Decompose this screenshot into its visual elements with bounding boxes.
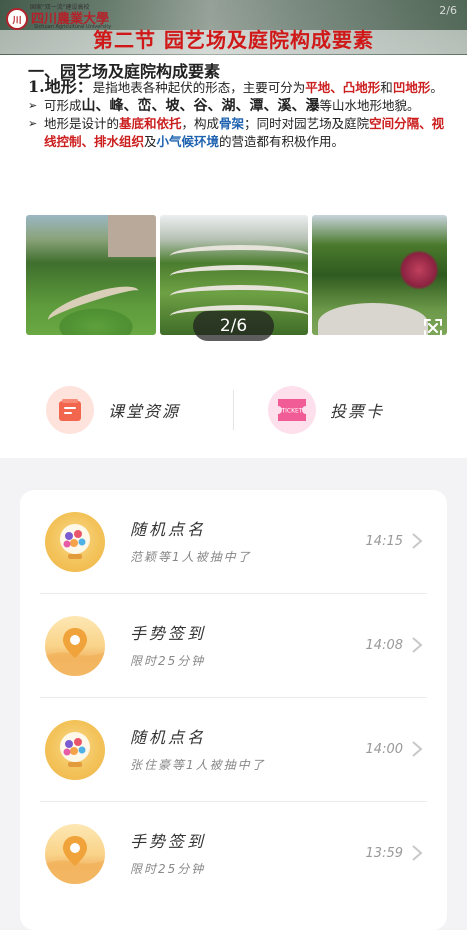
slide-pager[interactable]: 2/6 bbox=[193, 311, 274, 341]
chevron-right-icon bbox=[412, 533, 423, 549]
slide-paragraph-terrain: 1.地形：是指地表各种起伏的形态，主要可分为平地、凸地形和凹地形。 bbox=[28, 78, 448, 97]
location-pin-icon bbox=[45, 824, 105, 884]
lottery-ball-icon bbox=[45, 720, 105, 780]
activity-item[interactable]: 随机点名 张住豪等1人被抽中了 14:00 bbox=[20, 698, 447, 802]
document-stack-icon bbox=[59, 399, 81, 421]
activity-title: 手势签到 bbox=[130, 624, 207, 643]
bullet-text: ；同时对园艺场及庭院 bbox=[244, 116, 370, 131]
bullet-text-end: 等山水地形地貌。 bbox=[319, 98, 420, 113]
ticket-icon: TICKET bbox=[268, 386, 316, 434]
para-number: 1. bbox=[28, 77, 45, 96]
bullet-text: ，构成 bbox=[181, 116, 220, 131]
activity-title: 随机点名 bbox=[130, 520, 207, 539]
activity-subtitle: 范颖等1人被抽中了 bbox=[130, 550, 252, 564]
ticket-icon-text: TICKET bbox=[280, 408, 302, 415]
bullet-conjunction: 及 bbox=[144, 134, 157, 149]
activity-time: 14:00 bbox=[365, 742, 403, 757]
bullet-text: 可形成 bbox=[44, 98, 82, 113]
keyword-convex: 凸地形 bbox=[342, 80, 381, 95]
para-end: 。 bbox=[430, 80, 443, 95]
keyword-skeleton: 骨架 bbox=[219, 116, 245, 131]
flower-shrub-shape bbox=[399, 250, 439, 290]
term-terrain: 地形 bbox=[44, 77, 77, 96]
location-pin-graphic bbox=[45, 836, 105, 884]
slide-body: 1.地形：是指地表各种起伏的形态，主要可分为平地、凸地形和凹地形。 可形成山、峰… bbox=[28, 78, 448, 151]
keyword-separator: 、 bbox=[330, 80, 343, 95]
chevron-right-icon bbox=[412, 845, 423, 861]
garden-path-shape bbox=[44, 278, 143, 333]
vote-label: 投票卡 bbox=[330, 402, 385, 421]
activity-item[interactable]: 手势签到 限时25分钟 14:08 bbox=[20, 594, 447, 698]
activity-title: 手势签到 bbox=[130, 832, 207, 851]
location-pin-icon bbox=[45, 616, 105, 676]
para-conjunction: 和 bbox=[380, 80, 393, 95]
classroom-resources-button[interactable]: 课堂资源 bbox=[46, 384, 180, 436]
activity-subtitle: 张住豪等1人被抽中了 bbox=[130, 758, 266, 772]
chevron-right-icon bbox=[412, 637, 423, 653]
keyword-microclimate: 小气候环境 bbox=[156, 134, 220, 149]
keyword-landforms: 山、峰、峦、坡、谷、湖、潭、溪、瀑 bbox=[81, 98, 320, 114]
slide-page-counter: 2/6 bbox=[439, 4, 457, 17]
keyword-flat: 平地 bbox=[305, 80, 331, 95]
bullet-text-end: 的营造都有积极作用。 bbox=[219, 134, 345, 149]
resources-label: 课堂资源 bbox=[108, 402, 181, 421]
activity-title: 随机点名 bbox=[130, 728, 207, 747]
courseware-slide[interactable]: 川 国家"双一流"建设高校 四川農業大學 Sichuan Agricultura… bbox=[0, 0, 467, 362]
classroom-action-bar: 课堂资源 TICKET 投票卡 bbox=[0, 362, 467, 458]
garden-photo-shrubs bbox=[312, 215, 447, 335]
vote-card-button[interactable]: TICKET 投票卡 bbox=[268, 384, 384, 436]
terrace-line bbox=[170, 265, 308, 287]
action-divider bbox=[233, 390, 234, 430]
lottery-ball-icon bbox=[45, 512, 105, 572]
activity-item[interactable]: 随机点名 范颖等1人被抽中了 14:15 bbox=[20, 490, 447, 594]
activity-time: 13:59 bbox=[365, 846, 403, 861]
activity-subtitle: 限时25分钟 bbox=[130, 654, 206, 668]
keyword-concave: 凹地形 bbox=[392, 80, 431, 95]
term-colon: ： bbox=[76, 77, 93, 96]
terrace-line bbox=[170, 285, 308, 307]
slide-bullet-function: 地形是设计的基底和依托，构成骨架；同时对园艺场及庭院空间分隔、视线控制、排水组织… bbox=[28, 115, 448, 151]
activity-time: 14:08 bbox=[365, 638, 403, 653]
logo-tagline: 国家"双一流"建设高校 bbox=[30, 4, 90, 11]
activity-item[interactable]: 手势签到 限时25分钟 13:59 bbox=[20, 802, 447, 906]
activity-list: 随机点名 范颖等1人被抽中了 14:15 手势签到 限时25分钟 14:08 随… bbox=[20, 490, 447, 930]
activity-subtitle: 限时25分钟 bbox=[130, 862, 206, 876]
building-shape bbox=[108, 215, 156, 257]
lottery-ball-graphic bbox=[60, 732, 90, 767]
garden-path-shape bbox=[318, 303, 428, 335]
fullscreen-icon[interactable] bbox=[423, 318, 443, 338]
slide-title: 第二节 园艺场及庭院构成要素 bbox=[93, 28, 374, 52]
bullet-text: 地形是设计的 bbox=[44, 116, 120, 131]
location-pin-graphic bbox=[45, 628, 105, 676]
activity-time: 14:15 bbox=[365, 534, 403, 549]
keyword-base: 基底和依托 bbox=[119, 116, 182, 131]
ticket-shape-icon: TICKET bbox=[278, 399, 306, 421]
terrace-line bbox=[170, 245, 308, 267]
para-text: 是指地表各种起伏的形态，主要可分为 bbox=[92, 80, 306, 95]
resources-icon bbox=[46, 386, 94, 434]
chevron-right-icon bbox=[412, 741, 423, 757]
garden-photo-lawn bbox=[26, 215, 156, 335]
lottery-ball-graphic bbox=[60, 524, 90, 559]
slide-bullet-landforms: 可形成山、峰、峦、坡、谷、湖、潭、溪、瀑等山水地形地貌。 bbox=[28, 97, 448, 115]
